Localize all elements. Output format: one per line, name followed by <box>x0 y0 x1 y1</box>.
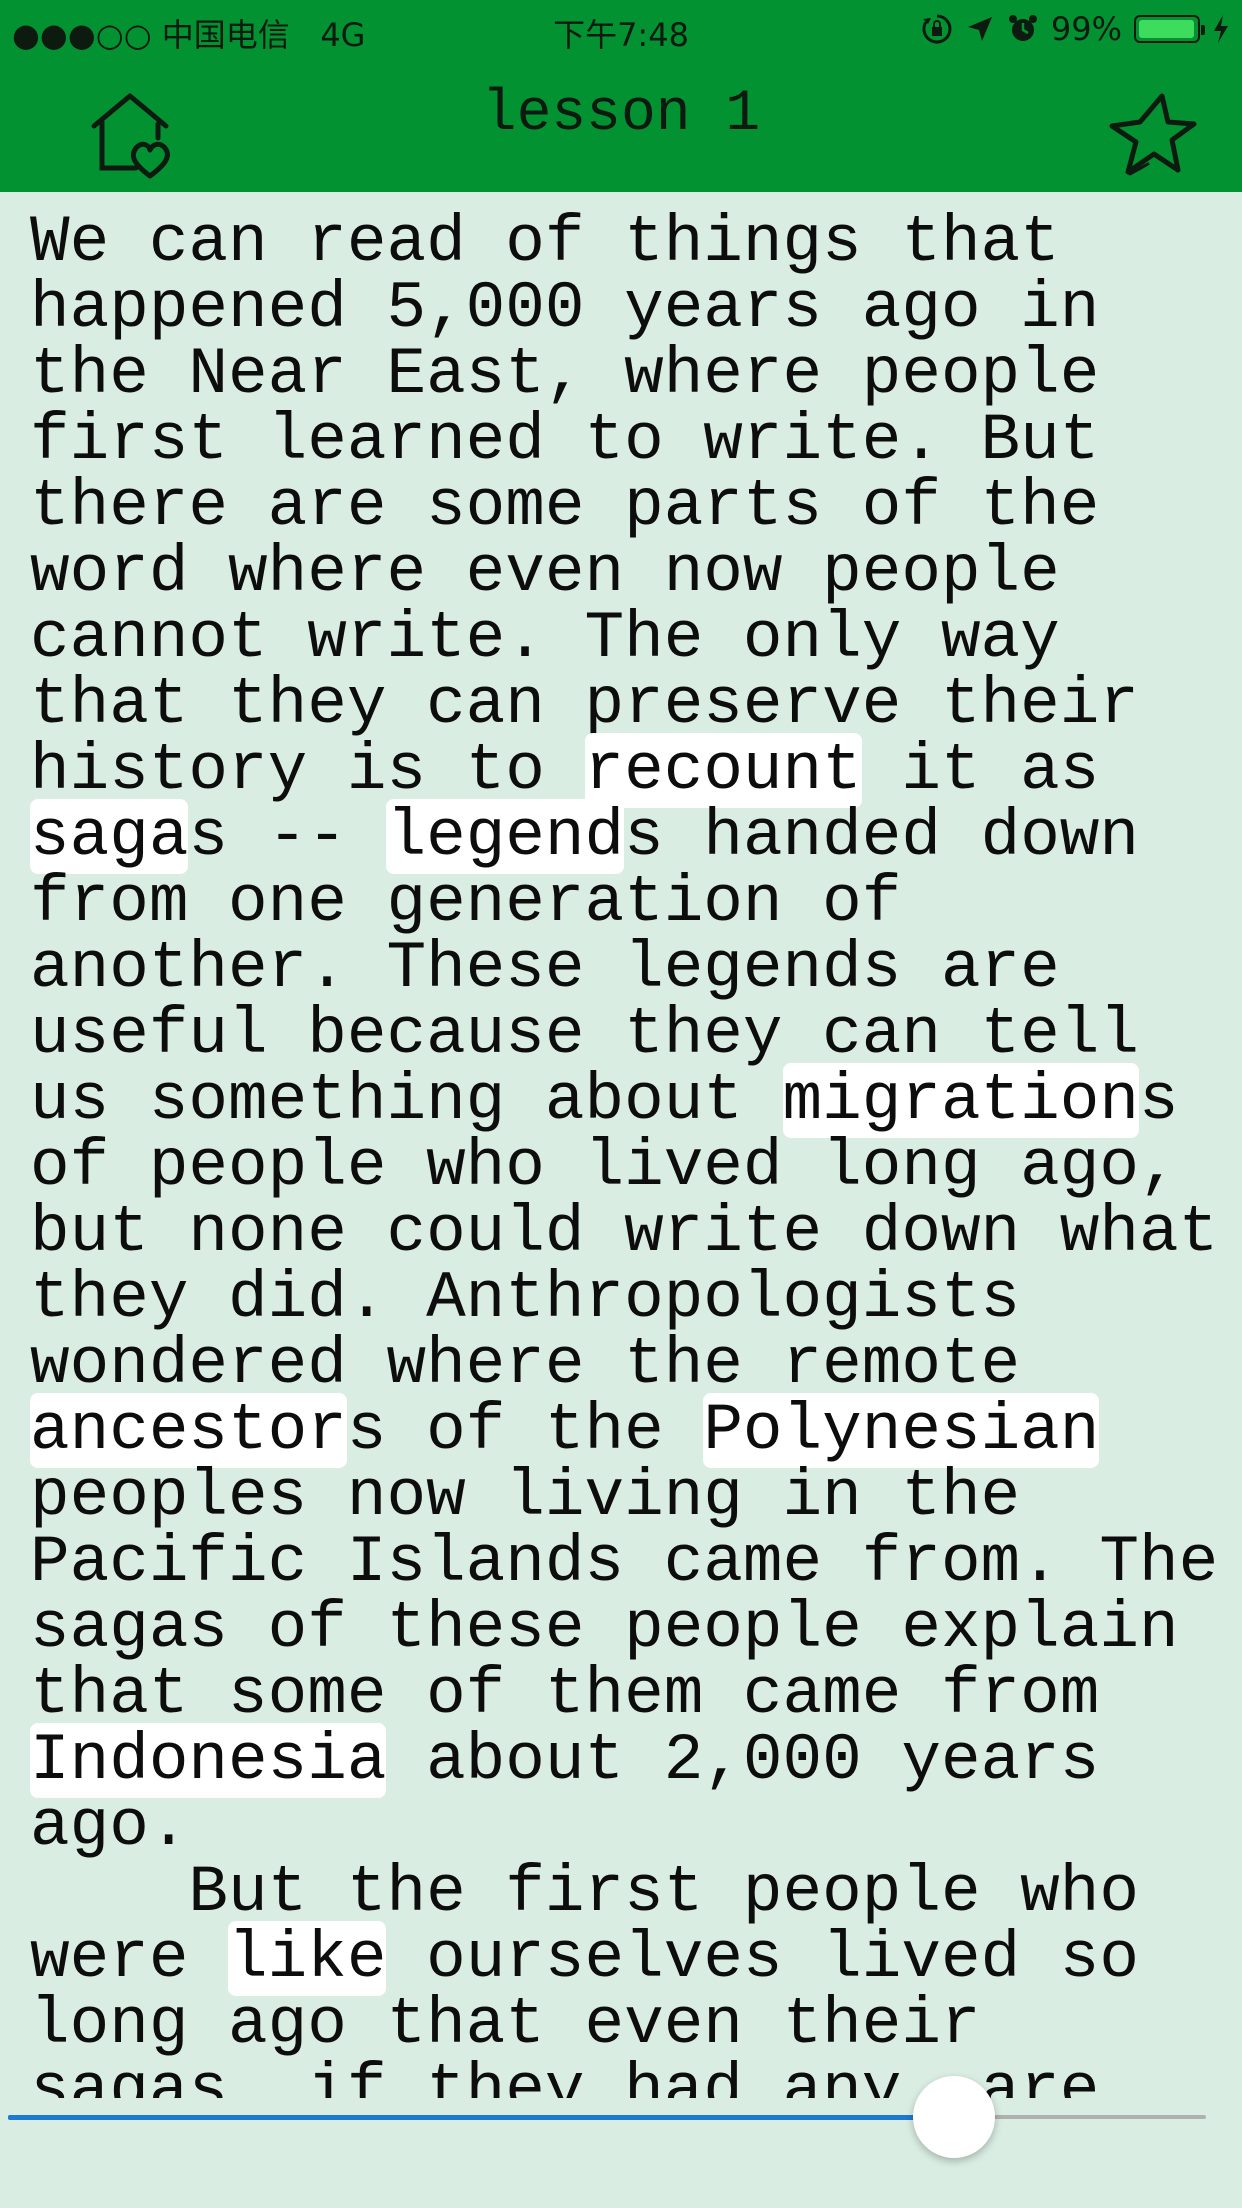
text-segment: word where even now people <box>30 535 1060 610</box>
slider-track-fill <box>8 2115 955 2120</box>
text-line: sagas, if they had any, are <box>30 2058 1220 2099</box>
text-segment: We can read of things that <box>30 205 1060 280</box>
battery-icon <box>1134 15 1205 43</box>
text-line: But the first people who <box>30 1860 1220 1926</box>
text-segment: from one generation of <box>30 865 902 940</box>
orientation-lock-icon <box>922 14 952 44</box>
text-segment: wondered where the remote <box>30 1327 1021 1402</box>
text-line: ancestors of the Polynesian <box>30 1393 1220 1468</box>
text-line: happened 5,000 years ago in <box>30 276 1220 342</box>
status-right: 99% <box>921 10 1230 48</box>
charging-bolt-icon <box>1214 15 1228 43</box>
text-segment: useful because they can tell <box>30 997 1139 1072</box>
text-line: sagas of these people explain <box>30 1596 1220 1662</box>
status-bar: ●●●○○ 中国电信 4G 下午7:48 99% <box>0 0 1242 62</box>
text-line: sagas -- legends handed down <box>30 799 1220 874</box>
highlighted-word[interactable]: ancestor <box>30 1393 347 1468</box>
text-line: us something about migrations <box>30 1063 1220 1138</box>
highlighted-word[interactable]: saga <box>30 799 189 874</box>
text-line: of people who lived long ago, <box>30 1134 1220 1200</box>
progress-slider[interactable] <box>0 2076 1242 2158</box>
alarm-clock-icon <box>1008 15 1037 41</box>
text-line: Pacific Islands came from. The <box>30 1530 1220 1596</box>
text-segment: they did. Anthropologists <box>30 1261 1021 1336</box>
text-segment: s <box>1139 1063 1179 1138</box>
highlighted-word[interactable]: Indonesia <box>30 1723 387 1798</box>
text-segment: of people who lived long ago, <box>30 1129 1179 1204</box>
text-line: Indonesia about 2,000 years <box>30 1723 1220 1798</box>
highlighted-word[interactable]: recount <box>584 733 862 808</box>
text-segment: happened 5,000 years ago in <box>30 271 1100 346</box>
star-icon <box>1109 93 1197 176</box>
text-segment: but none could write down what <box>30 1195 1219 1270</box>
text-line: ago. <box>30 1794 1220 1860</box>
nav-bar: lesson 1 <box>0 62 1242 192</box>
text-segment: But the first people who <box>30 1855 1139 1930</box>
text-line: they did. Anthropologists <box>30 1266 1220 1332</box>
text-segment: first learned to write. But <box>30 403 1100 478</box>
text-line: history is to recount it as <box>30 733 1220 808</box>
text-segment: were <box>30 1921 229 1996</box>
highlighted-word[interactable]: migration <box>782 1063 1139 1138</box>
reading-area[interactable]: We can read of things that happened 5,000… <box>0 192 1242 2098</box>
text-line: useful because they can tell <box>30 1002 1220 1068</box>
text-line: the Near East, where people <box>30 342 1220 408</box>
favorite-button[interactable] <box>1104 90 1200 180</box>
text-segment: s -- <box>188 799 387 874</box>
text-line: that some of them came from <box>30 1662 1220 1728</box>
text-line: wondered where the remote <box>30 1332 1220 1398</box>
text-segment: s of the <box>346 1393 704 1468</box>
text-segment: ago. <box>30 1789 189 1864</box>
text-segment: Pacific Islands came from. The <box>30 1525 1219 1600</box>
text-line: long ago that even their <box>30 1992 1220 2058</box>
text-segment: long ago that even their <box>30 1987 981 2062</box>
text-line: word where even now people <box>30 540 1220 606</box>
text-line: there are some parts of the <box>30 474 1220 540</box>
text-line: peoples now living in the <box>30 1464 1220 1530</box>
text-segment: about 2,000 years <box>386 1723 1100 1798</box>
text-line: cannot write. The only way <box>30 606 1220 672</box>
text-line: first learned to write. But <box>30 408 1220 474</box>
slider-thumb[interactable] <box>913 2076 996 2158</box>
text-segment: there are some parts of the <box>30 469 1100 544</box>
highlighted-word[interactable]: legend <box>386 799 625 874</box>
text-line: We can read of things that <box>30 210 1220 276</box>
page-title: lesson 1 <box>481 82 761 147</box>
text-segment: history is to <box>30 733 585 808</box>
lesson-text: We can read of things that happened 5,000… <box>30 210 1220 2098</box>
text-segment: peoples now living in the <box>30 1459 1021 1534</box>
text-line: that they can preserve their <box>30 672 1220 738</box>
text-segment: ourselves lived so <box>386 1921 1140 1996</box>
text-segment: that some of them came from <box>30 1657 1100 1732</box>
text-segment: another. These legends are <box>30 931 1060 1006</box>
text-segment: the Near East, where people <box>30 337 1100 412</box>
text-line: were like ourselves lived so <box>30 1921 1220 1996</box>
text-segment: cannot write. The only way <box>30 601 1060 676</box>
text-segment: that they can preserve their <box>30 667 1139 742</box>
highlighted-word[interactable]: like <box>228 1921 387 1996</box>
text-segment: it as <box>861 733 1100 808</box>
battery-percent: 99% <box>1050 10 1122 48</box>
text-line: but none could write down what <box>30 1200 1220 1266</box>
text-line: another. These legends are <box>30 936 1220 1002</box>
highlighted-word[interactable]: Polynesian <box>703 1393 1100 1468</box>
text-line: from one generation of <box>30 870 1220 936</box>
location-arrow-icon <box>967 17 992 41</box>
text-segment: sagas of these people explain <box>30 1591 1179 1666</box>
text-segment: s handed down <box>624 799 1140 874</box>
text-segment: us something about <box>30 1063 783 1138</box>
